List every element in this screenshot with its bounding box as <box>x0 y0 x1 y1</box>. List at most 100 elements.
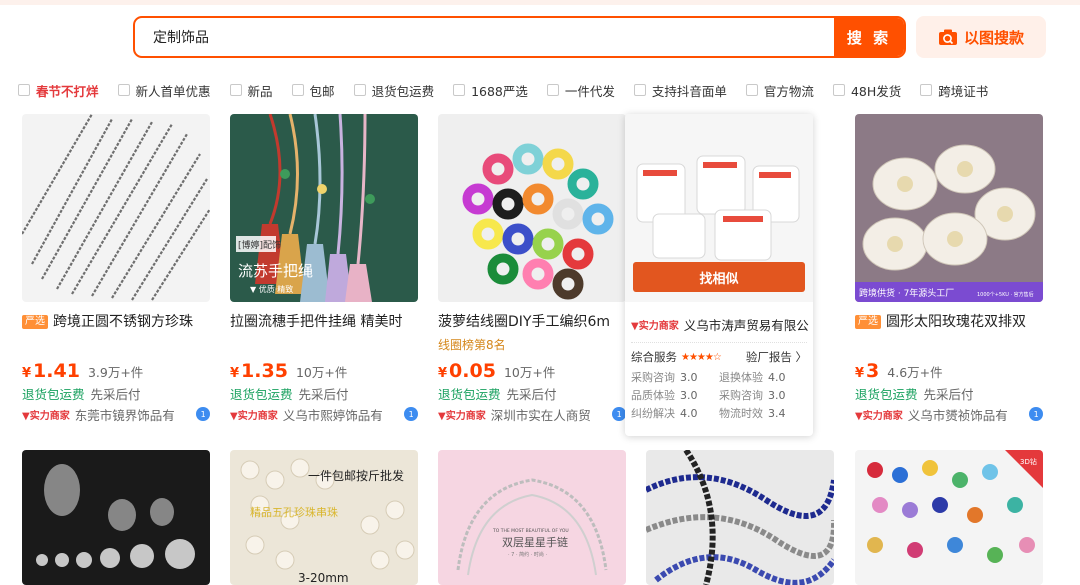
product-card[interactable]: [博婷]配饰 流苏手把绳 ▼ 优质·精致 拉圈流穗手把件挂绳 精美时 ¥1.35… <box>230 114 418 424</box>
product-title[interactable]: 菠萝结线圈DIY手工编织6m <box>438 312 626 332</box>
strength-merchant-badge: ▼实力商家 <box>230 410 278 422</box>
product-image-tassels[interactable]: [博婷]配饰 流苏手把绳 ▼ 优质·精致 <box>230 114 418 302</box>
checkbox[interactable] <box>117 84 130 96</box>
product-card[interactable]: 一件包邮按斤批发 精品五孔珍珠串珠 3-20mm <box>230 450 418 585</box>
chat-icon[interactable]: 1 <box>404 407 418 421</box>
filter-1688-select[interactable]: 1688严选 <box>453 81 528 100</box>
yanxuan-tag: 严选 <box>22 315 48 329</box>
product-card[interactable]: 菠萝结线圈DIY手工编织6m 线圈榜第8名 ¥0.05 10万+件 退货包运费 先采… <box>438 114 626 424</box>
strength-merchant-badge: ▼实力商家 <box>22 410 70 422</box>
find-similar-button[interactable]: 找相似 <box>633 262 805 292</box>
metric: 退换体验 4.0 <box>719 371 786 384</box>
strength-merchant-badge: ▼实力商家 <box>631 320 679 332</box>
strength-merchant-badge: ▼实力商家 <box>438 410 486 422</box>
chat-icon[interactable]: 1 <box>612 407 626 421</box>
product-image-rhinestones[interactable]: 3D钻 <box>855 450 1043 585</box>
product-image-crystal-thread[interactable]: 找相似 <box>625 114 813 302</box>
hovered-product-card[interactable]: 找相似 ▼实力商家 义乌市涛声贸易有限公 综合服务 ★★★★☆ 验厂报告 〉 采购… <box>625 114 813 436</box>
shop-row[interactable]: ▼实力商家 深圳市实在人商贸 1 <box>438 404 626 424</box>
product-image-bracelet[interactable]: TO THE MOST BEAUTIFUL OF YOU 双层星星手链 · 7 … <box>438 450 626 585</box>
sold-count: 10万+件 <box>503 365 556 380</box>
shop-row[interactable]: ▼实力商家 东莞市镜界饰品有 1 <box>22 404 210 424</box>
checkbox[interactable] <box>633 84 646 96</box>
product-image-rings[interactable] <box>438 114 626 302</box>
image-search-button[interactable]: 以图搜款 <box>916 16 1046 58</box>
yanxuan-tag: 严选 <box>855 315 881 329</box>
sold-count: 4.6万+件 <box>887 365 943 380</box>
checkbox[interactable] <box>229 84 242 96</box>
shop-row[interactable]: ▼实力商家 义乌市涛声贸易有限公 <box>625 302 813 336</box>
product-title[interactable]: 拉圈流穗手把件挂绳 精美时 <box>230 312 418 332</box>
metric: 物流时效 3.4 <box>719 407 786 420</box>
service-tags: 退货包运费 先采后付 <box>22 387 141 402</box>
product-card[interactable] <box>646 450 834 585</box>
filter-return-shipping[interactable]: 退货包运费 <box>353 81 434 100</box>
checkbox[interactable] <box>920 84 933 96</box>
image-text-title: 双层星星手链 <box>502 535 568 549</box>
filter-bar: 春节不打烊 新人首单优惠 新品 包邮 退货包运费 1688严选 一件代发 支持抖… <box>18 78 1007 102</box>
product-image-chains[interactable] <box>22 114 210 302</box>
filter-new[interactable]: 新品 <box>229 81 273 100</box>
checkbox[interactable] <box>291 84 304 96</box>
rank-label <box>230 336 418 352</box>
product-card[interactable]: TO THE MOST BEAUTIFUL OF YOU 双层星星手链 · 7 … <box>438 450 626 585</box>
checkbox[interactable] <box>546 84 559 96</box>
checkbox[interactable] <box>832 84 845 96</box>
filter-douyin[interactable]: 支持抖音面单 <box>633 81 727 100</box>
search-button[interactable]: 搜 索 <box>834 18 904 56</box>
product-card[interactable]: 3D钻 <box>855 450 1043 585</box>
chat-icon[interactable]: 1 <box>196 407 210 421</box>
filter-crossborder-cert[interactable]: 跨境证书 <box>920 81 988 100</box>
search-input[interactable] <box>135 18 834 56</box>
checkbox[interactable] <box>453 84 466 96</box>
shop-name[interactable]: 义乌市涛声贸易有限公 <box>684 315 809 334</box>
rank-label <box>855 336 1043 352</box>
star-rating: ★★★★☆ <box>681 351 722 363</box>
product-title[interactable]: 严选 跨境正圆不锈钢方珍珠 <box>22 312 210 332</box>
rank-label <box>22 336 210 352</box>
metric: 纠纷解决 4.0 <box>631 407 698 420</box>
price-row: ¥3 4.6万+件 <box>855 360 943 382</box>
product-card[interactable]: 跨境供货 · 7年源头工厂 1000个+5KU · 官方售后 严选 圆形太阳玫瑰花… <box>855 114 1043 424</box>
service-tags: 退货包运费 先采后付 <box>855 387 974 402</box>
filter-dropship[interactable]: 一件代发 <box>546 81 615 100</box>
checkbox[interactable] <box>18 84 30 96</box>
service-metrics: 采购咨询 3.0 退换体验 4.0 品质体验 3.0 采购咨询 3.0 纠纷解决 4.0 … <box>625 365 813 421</box>
factory-report-link[interactable]: 验厂报告 〉 <box>746 349 807 365</box>
product-image-earring-backs[interactable] <box>22 450 210 585</box>
checkbox[interactable] <box>353 84 366 96</box>
shop-name[interactable]: 深圳市实在人商贸 <box>491 405 609 424</box>
shop-name[interactable]: 义乌市赟祯饰品有 <box>908 405 1026 424</box>
image-text-sub: · 7 · 简约 · 时尚 · <box>508 551 547 558</box>
camera-search-icon <box>938 29 957 45</box>
product-image-crystal-beads[interactable] <box>646 450 834 585</box>
price: 1.35 <box>241 360 288 382</box>
product-title[interactable]: 严选 圆形太阳玫瑰花双排双 <box>855 312 1043 332</box>
checkbox[interactable] <box>745 84 758 96</box>
shop-name[interactable]: 义乌市熙婷饰品有 <box>283 405 401 424</box>
image-text-top: TO THE MOST BEAUTIFUL OF YOU <box>492 528 569 534</box>
chat-icon[interactable]: 1 <box>1029 407 1043 421</box>
filter-chunjie[interactable]: 春节不打烊 <box>18 81 99 100</box>
product-image-pearl-beads[interactable]: 一件包邮按斤批发 精品五孔珍珠串珠 3-20mm <box>230 450 418 585</box>
shop-row[interactable]: ▼实力商家 义乌市赟祯饰品有 1 <box>855 404 1043 424</box>
sold-count: 3.9万+件 <box>87 365 144 380</box>
product-image-pearl-trim[interactable]: 跨境供货 · 7年源头工厂 1000个+5KU · 官方售后 <box>855 114 1043 302</box>
filter-newuser[interactable]: 新人首单优惠 <box>117 81 211 100</box>
product-card[interactable]: 严选 跨境正圆不锈钢方珍珠 ¥1.41 3.9万+件 退货包运费 先采后付 ▼实力商家… <box>22 114 210 424</box>
filter-48h[interactable]: 48H发货 <box>832 81 901 100</box>
image-search-label: 以图搜款 <box>963 28 1024 47</box>
price: 3 <box>866 360 880 382</box>
image-text-sub: ▼ 优质·精致 <box>250 284 293 294</box>
image-text-badge: 3D钻 <box>1020 457 1037 466</box>
filter-official-logistics[interactable]: 官方物流 <box>745 81 814 100</box>
shop-row[interactable]: ▼实力商家 义乌市熙婷饰品有 1 <box>230 404 418 424</box>
metric: 品质体验 3.0 <box>631 389 698 402</box>
filter-freeship[interactable]: 包邮 <box>291 81 335 100</box>
product-card[interactable] <box>22 450 210 585</box>
shop-name[interactable]: 东莞市镜界饰品有 <box>75 405 193 424</box>
search-bar: 搜 索 <box>133 16 906 58</box>
image-text-tag: [博婷]配饰 <box>238 239 281 251</box>
rank-label[interactable]: 线圈榜第8名 <box>438 336 626 352</box>
image-text-banner: 跨境供货 · 7年源头工厂 <box>859 287 954 299</box>
